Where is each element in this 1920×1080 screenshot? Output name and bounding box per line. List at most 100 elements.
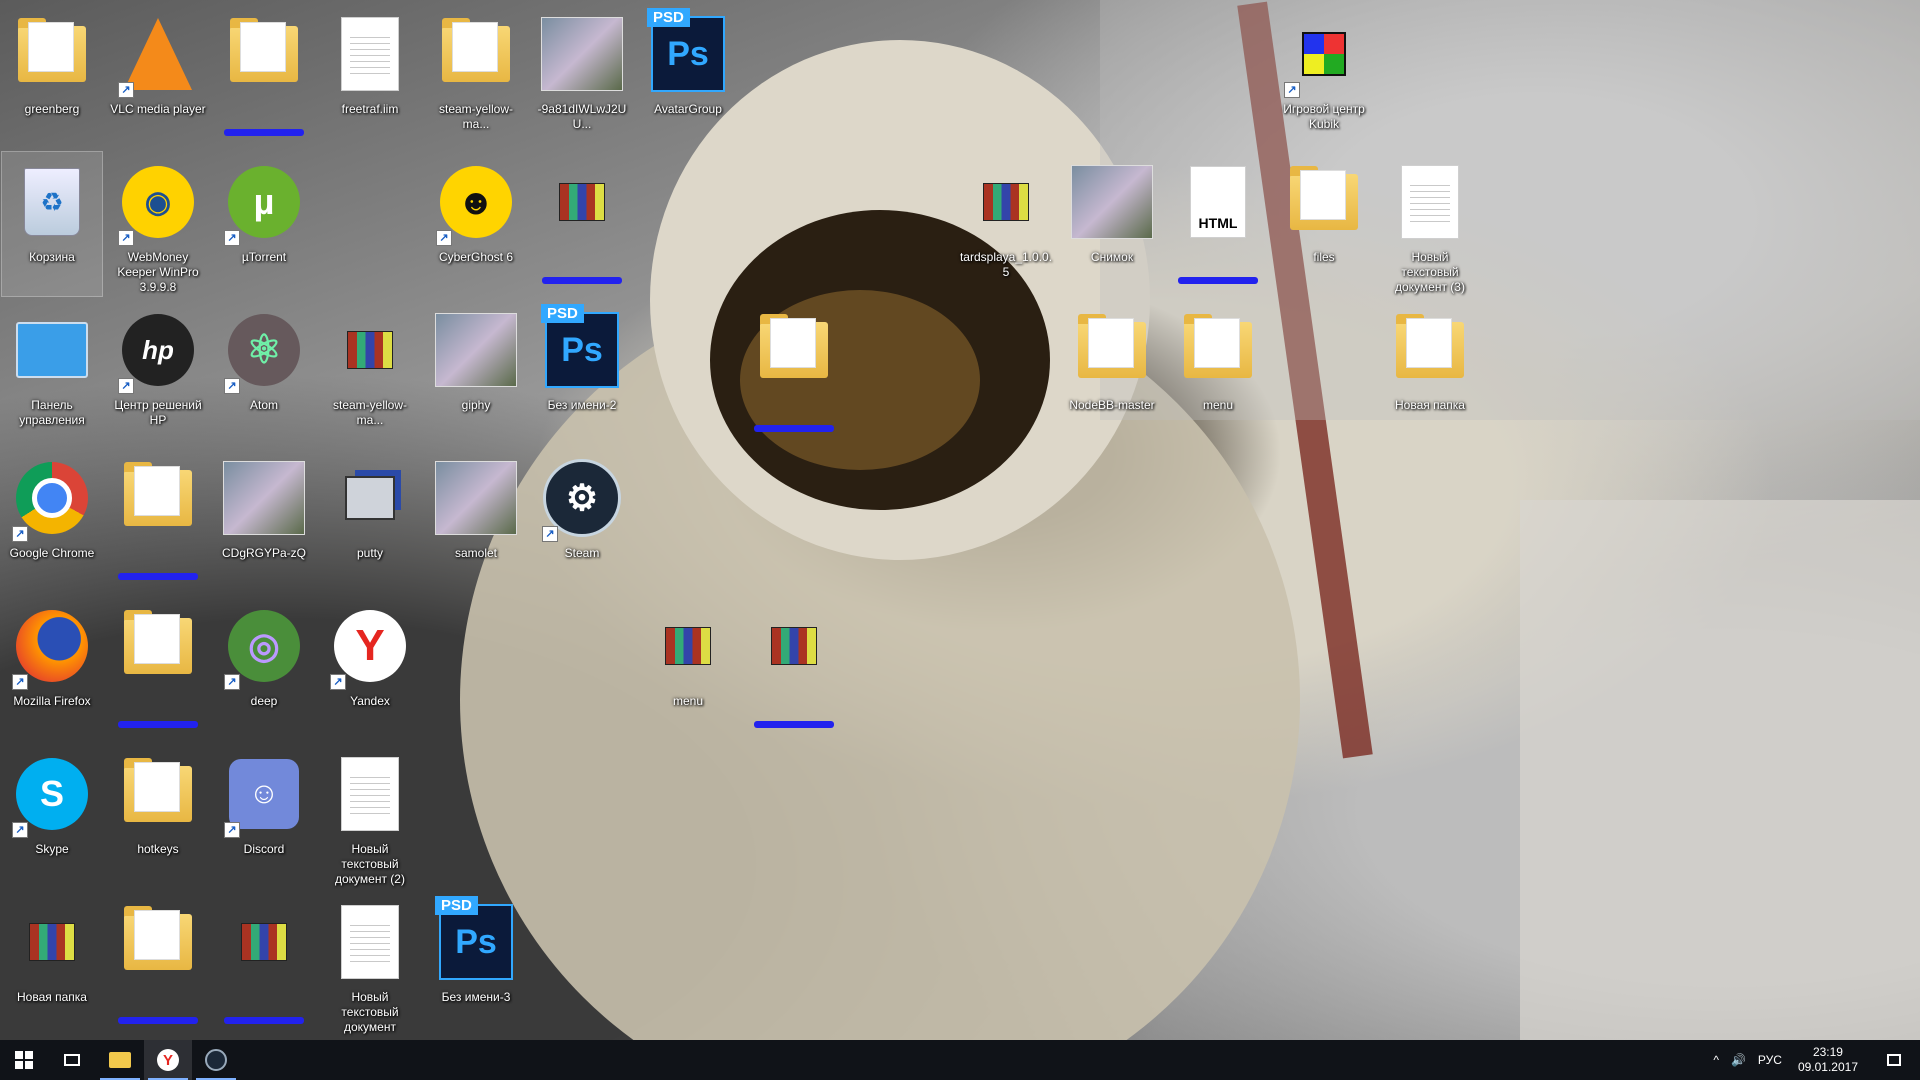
desktop-icon-greenberg[interactable]: greenberg	[2, 4, 102, 148]
desktop-icon-новый-текстовый-документ-2[interactable]: Новый текстовый документ (2)	[320, 744, 420, 888]
desktop-icon-cyberghost-6[interactable]: ☻ ↗ CyberGhost 6	[426, 152, 526, 296]
desktop-icon-новый-текстовый-документ-3[interactable]: Новый текстовый документ (3)	[1380, 152, 1480, 296]
desktop-icon-menu[interactable]: menu	[1168, 300, 1268, 444]
desktop-icon-folder[interactable]	[108, 448, 208, 592]
shortcut-arrow-icon: ↗	[224, 378, 240, 394]
desktop-icon-игровой-центр-kubik[interactable]: ↗ Игровой центр Kubik	[1274, 4, 1374, 148]
desktop-icon-nodebb-master[interactable]: NodeBB-master	[1062, 300, 1162, 444]
task-view-icon	[64, 1054, 80, 1066]
desktop-icon-discord[interactable]: ☺ ↗ Discord	[214, 744, 314, 888]
taskbar-file-explorer[interactable]	[96, 1040, 144, 1080]
desktop-icon-новый-текстовый-документ[interactable]: Новый текстовый документ	[320, 892, 420, 1036]
desktop-icon-mozilla-firefox[interactable]: ↗ Mozilla Firefox	[2, 596, 102, 740]
folder-icon	[116, 602, 200, 690]
folder-icon	[1070, 306, 1154, 394]
photoshop-icon: PSD Ps	[540, 304, 624, 394]
volume-icon[interactable]: 🔊	[1725, 1053, 1752, 1067]
image-icon	[1070, 158, 1154, 246]
image-icon	[434, 454, 518, 542]
desktop-icon-vlc-media-player[interactable]: ↗ VLC media player	[108, 4, 208, 148]
control-panel-icon	[10, 306, 94, 394]
task-view-button[interactable]	[48, 1040, 96, 1080]
winrar-archive-icon	[328, 306, 412, 394]
desktop-icon-steam-yellow-ma[interactable]: steam-yellow-ma...	[426, 4, 526, 148]
desktop-icon-webmoney-keeper-winpro-3-9-9-8[interactable]: ◉ ↗ WebMoney Keeper WinPro 3.9.9.8	[108, 152, 208, 296]
tray-overflow-chevron[interactable]: ^	[1707, 1053, 1725, 1067]
desktop-icon-giphy[interactable]: giphy	[426, 300, 526, 444]
desktop-icon-label: files	[1313, 250, 1335, 264]
desktop-icon-html-file[interactable]: HTML	[1168, 152, 1268, 296]
steam-icon: ⚙ ↗	[540, 454, 624, 542]
shortcut-arrow-icon: ↗	[12, 674, 28, 690]
desktop-icon-winrar-archive[interactable]	[214, 892, 314, 1036]
desktop-icon-folder[interactable]	[744, 300, 844, 444]
desktop-icon-без-имени-2[interactable]: PSD Ps Без имени-2	[532, 300, 632, 444]
desktop-icon-label: Корзина	[29, 250, 75, 264]
desktop-icon-label: µTorrent	[241, 250, 287, 264]
desktop-icon-новая-папка[interactable]: Новая папка	[1380, 300, 1480, 444]
desktop-icon-skype[interactable]: S ↗ Skype	[2, 744, 102, 888]
clock-date: 09.01.2017	[1797, 1060, 1858, 1074]
skype-icon: S ↗	[10, 750, 94, 838]
desktop-icon-label: Панель управления	[19, 398, 85, 427]
desktop-icon-центр-решений-hp[interactable]: hp ↗ Центр решений HP	[108, 300, 208, 444]
recycle-bin-icon: ♻	[10, 158, 94, 246]
desktop-icon-cdgrgypa-zq[interactable]: CDgRGYPa-zQ	[214, 448, 314, 592]
desktop-icon-files[interactable]: files	[1274, 152, 1374, 296]
desktop-icon-folder[interactable]	[108, 596, 208, 740]
desktop-icon-winrar-archive[interactable]	[744, 596, 844, 740]
desktop-icon-9a81diwlwj2uu[interactable]: -9a81dIWLwJ2UU...	[532, 4, 632, 148]
desktop-icon-label: steam-yellow-ma...	[438, 102, 513, 131]
desktop-icon-hotkeys[interactable]: hotkeys	[108, 744, 208, 888]
desktop-icon-avatargroup[interactable]: PSD Ps AvatarGroup	[638, 4, 738, 148]
image-icon	[540, 10, 624, 98]
desktop-icon-label: Новый текстовый документ	[341, 990, 399, 1034]
steam-icon	[205, 1049, 227, 1071]
desktop-icon-folder[interactable]	[214, 4, 314, 148]
taskbar-yandex-browser[interactable]: Y	[144, 1040, 192, 1080]
desktop-icon-label: menu	[672, 694, 704, 708]
desktop-icon-новая-папка[interactable]: Новая папка	[2, 892, 102, 1036]
desktop-icon-samolet[interactable]: samolet	[426, 448, 526, 592]
shortcut-arrow-icon: ↗	[1284, 82, 1300, 98]
desktop-icon-steam[interactable]: ⚙ ↗ Steam	[532, 448, 632, 592]
desktop-icon-winrar-archive[interactable]	[532, 152, 632, 296]
desktop-icon-снимок[interactable]: Снимок	[1062, 152, 1162, 296]
start-button[interactable]	[0, 1040, 48, 1080]
folder-icon	[222, 10, 306, 98]
language-indicator[interactable]: РУС	[1752, 1053, 1788, 1067]
desktop-icon-label: Новая папка	[17, 990, 87, 1004]
desktop-icon-freetraf-iim[interactable]: freetraf.iim	[320, 4, 420, 148]
desktop-icon-steam-yellow-ma[interactable]: steam-yellow-ma...	[320, 300, 420, 444]
desktop-icon-корзина[interactable]: ♻ Корзина	[1, 151, 103, 297]
notification-icon	[1887, 1054, 1901, 1066]
desktop-icon-atom[interactable]: ⚛ ↗ Atom	[214, 300, 314, 444]
desktop-icon-label: CyberGhost 6	[438, 250, 514, 264]
webmoney-icon: ◉ ↗	[116, 158, 200, 246]
desktop-icon-deep[interactable]: ◎ ↗ deep	[214, 596, 314, 740]
desktop-icon-yandex[interactable]: Y ↗ Yandex	[320, 596, 420, 740]
desktop-icon-tardsplaya-1-0-0-5[interactable]: tardsplaya_1.0.0.5	[956, 152, 1056, 296]
utorrent-icon: µ ↗	[222, 158, 306, 246]
desktop-icon-google-chrome[interactable]: ↗ Google Chrome	[2, 448, 102, 592]
desktop-icon-torrent[interactable]: µ ↗ µTorrent	[214, 152, 314, 296]
action-center-button[interactable]	[1868, 1054, 1920, 1066]
shortcut-arrow-icon: ↗	[330, 674, 346, 690]
hp-icon: hp ↗	[116, 306, 200, 394]
yandex-browser-icon: Y	[157, 1049, 179, 1071]
desktop-icon-folder[interactable]	[108, 892, 208, 1036]
desktop-icon-label: Discord	[243, 842, 285, 856]
desktop-icon-панель-управления[interactable]: Панель управления	[2, 300, 102, 444]
desktop-icon-label: Mozilla Firefox	[13, 694, 91, 708]
taskbar-steam[interactable]	[192, 1040, 240, 1080]
redaction-scribble	[118, 573, 198, 580]
clock[interactable]: 23:19 09.01.2017	[1788, 1045, 1868, 1075]
redaction-scribble	[118, 1017, 198, 1024]
desktop-icon-без-имени-3[interactable]: PSD Ps Без имени-3	[426, 892, 526, 1036]
chrome-icon: ↗	[10, 454, 94, 542]
desktop-icon-label: giphy	[461, 398, 491, 412]
shortcut-arrow-icon: ↗	[118, 378, 134, 394]
desktop-icon-putty[interactable]: putty	[320, 448, 420, 592]
desktop-icon-menu[interactable]: menu	[638, 596, 738, 740]
redaction-scribble	[754, 721, 834, 728]
